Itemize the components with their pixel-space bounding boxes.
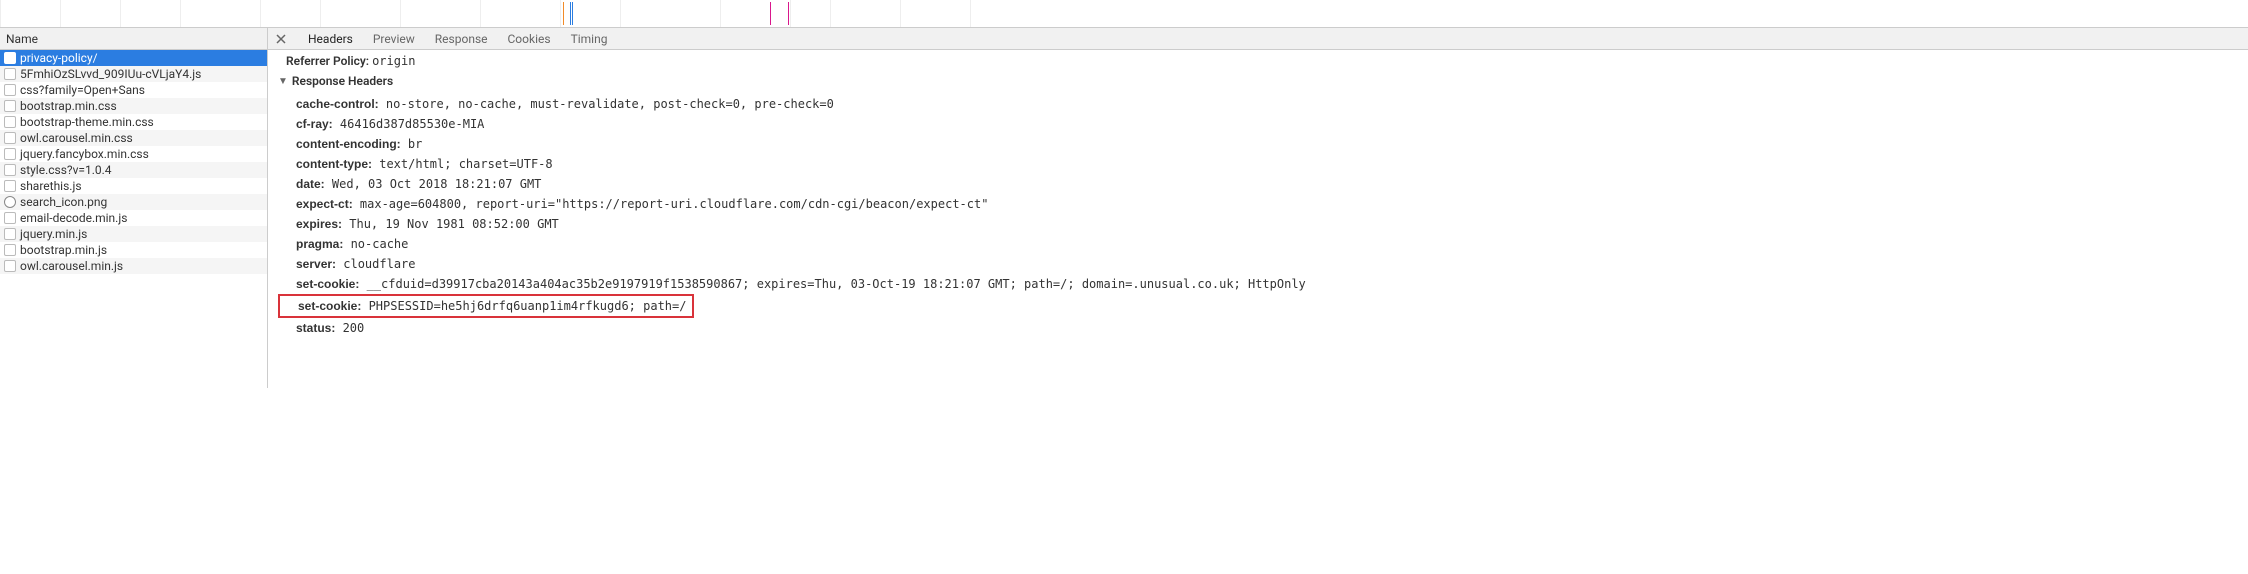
document-file-icon	[4, 260, 16, 272]
file-name: sharethis.js	[20, 179, 82, 193]
document-file-icon	[4, 164, 16, 176]
header-key: status:	[296, 321, 335, 335]
file-name: style.css?v=1.0.4	[20, 163, 112, 177]
document-file-icon	[4, 180, 16, 192]
header-value: br	[401, 137, 423, 151]
column-header-name[interactable]: Name	[0, 28, 267, 50]
chevron-down-icon: ▼	[278, 76, 288, 87]
document-file-icon	[4, 148, 16, 160]
file-row[interactable]: owl.carousel.min.css	[0, 130, 267, 146]
file-row[interactable]: owl.carousel.min.js	[0, 258, 267, 274]
response-header-line: pragma: no-cache	[278, 234, 2238, 254]
header-value: no-cache	[343, 237, 408, 251]
header-value: max-age=604800, report-uri="https://repo…	[353, 197, 989, 211]
file-row[interactable]: jquery.fancybox.min.css	[0, 146, 267, 162]
response-header-line: cache-control: no-store, no-cache, must-…	[278, 94, 2238, 114]
file-name: jquery.min.js	[20, 227, 87, 241]
file-name: bootstrap-theme.min.css	[20, 115, 154, 129]
header-key: date:	[296, 177, 325, 191]
file-row[interactable]: bootstrap.min.css	[0, 98, 267, 114]
response-header-line: content-encoding: br	[278, 134, 2238, 154]
document-file-icon	[4, 228, 16, 240]
section-title-label: Response Headers	[292, 74, 393, 88]
response-header-line: expires: Thu, 19 Nov 1981 08:52:00 GMT	[278, 214, 2238, 234]
file-row[interactable]: 5FmhiOzSLvvd_909IUu-cVLjaY4.js	[0, 66, 267, 82]
file-row[interactable]: search_icon.png	[0, 194, 267, 210]
response-headers-section[interactable]: ▼ Response Headers	[278, 74, 2238, 88]
file-name: privacy-policy/	[20, 51, 98, 65]
referrer-policy-line: Referrer Policy: origin	[278, 54, 2238, 68]
header-value: text/html; charset=UTF-8	[372, 157, 553, 171]
document-file-icon	[4, 116, 16, 128]
header-value: Thu, 19 Nov 1981 08:52:00 GMT	[342, 217, 559, 231]
response-header-line: set-cookie: PHPSESSID=he5hj6drfq6uanp1im…	[278, 294, 694, 318]
details-tabs: HeadersPreviewResponseCookiesTiming	[268, 28, 2248, 50]
file-name: bootstrap.min.js	[20, 243, 107, 257]
header-key: server:	[296, 257, 336, 271]
file-row[interactable]: bootstrap.min.js	[0, 242, 267, 258]
file-name: 5FmhiOzSLvvd_909IUu-cVLjaY4.js	[20, 67, 201, 81]
file-name: owl.carousel.min.js	[20, 259, 123, 273]
headers-content[interactable]: Referrer Policy: origin ▼ Response Heade…	[268, 50, 2248, 388]
header-value: 46416d387d85530e-MIA	[333, 117, 485, 131]
tab-response[interactable]: Response	[425, 29, 498, 49]
file-name: jquery.fancybox.min.css	[20, 147, 149, 161]
header-key: cache-control:	[296, 97, 379, 111]
response-header-line: cf-ray: 46416d387d85530e-MIA	[278, 114, 2238, 134]
tab-preview[interactable]: Preview	[363, 29, 425, 49]
tab-timing[interactable]: Timing	[561, 29, 618, 49]
waterfall-strip	[0, 0, 2248, 28]
response-header-line: set-cookie: __cfduid=d39917cba20143a404a…	[278, 274, 2238, 294]
file-row[interactable]: bootstrap-theme.min.css	[0, 114, 267, 130]
header-value: cloudflare	[336, 257, 415, 271]
file-row[interactable]: privacy-policy/	[0, 50, 267, 66]
header-value: Wed, 03 Oct 2018 18:21:07 GMT	[325, 177, 542, 191]
header-value: PHPSESSID=he5hj6drfq6uanp1im4rfkugd6; pa…	[361, 299, 686, 313]
document-file-icon	[4, 68, 16, 80]
file-name: email-decode.min.js	[20, 211, 127, 225]
document-file-icon	[4, 212, 16, 224]
file-row[interactable]: email-decode.min.js	[0, 210, 267, 226]
header-key: set-cookie:	[298, 299, 361, 313]
request-details-panel: HeadersPreviewResponseCookiesTiming Refe…	[268, 28, 2248, 388]
file-row[interactable]: css?family=Open+Sans	[0, 82, 267, 98]
file-row[interactable]: style.css?v=1.0.4	[0, 162, 267, 178]
header-key: pragma:	[296, 237, 343, 251]
header-key: expect-ct:	[296, 197, 353, 211]
document-file-icon	[4, 52, 16, 64]
file-name: search_icon.png	[20, 195, 107, 209]
image-file-icon	[4, 196, 16, 208]
file-name: owl.carousel.min.css	[20, 131, 133, 145]
file-name: css?family=Open+Sans	[20, 83, 145, 97]
tab-cookies[interactable]: Cookies	[498, 29, 561, 49]
file-list[interactable]: privacy-policy/5FmhiOzSLvvd_909IUu-cVLja…	[0, 50, 267, 388]
response-header-line: status: 200	[278, 318, 2238, 338]
response-header-line: expect-ct: max-age=604800, report-uri="h…	[278, 194, 2238, 214]
header-value: no-store, no-cache, must-revalidate, pos…	[379, 97, 834, 111]
header-value: 200	[335, 321, 364, 335]
file-row[interactable]: jquery.min.js	[0, 226, 267, 242]
tab-headers[interactable]: Headers	[298, 29, 363, 49]
response-header-line: content-type: text/html; charset=UTF-8	[278, 154, 2238, 174]
header-key: content-type:	[296, 157, 372, 171]
header-key: content-encoding:	[296, 137, 401, 151]
close-icon[interactable]	[274, 32, 288, 46]
document-file-icon	[4, 100, 16, 112]
document-file-icon	[4, 244, 16, 256]
file-name: bootstrap.min.css	[20, 99, 117, 113]
document-file-icon	[4, 84, 16, 96]
response-header-line: server: cloudflare	[278, 254, 2238, 274]
file-row[interactable]: sharethis.js	[0, 178, 267, 194]
response-header-line: date: Wed, 03 Oct 2018 18:21:07 GMT	[278, 174, 2238, 194]
header-key: cf-ray:	[296, 117, 333, 131]
header-key: expires:	[296, 217, 342, 231]
header-key: set-cookie:	[296, 277, 359, 291]
network-request-list: Name privacy-policy/5FmhiOzSLvvd_909IUu-…	[0, 28, 268, 388]
header-value: __cfduid=d39917cba20143a404ac35b2e919791…	[359, 277, 1305, 291]
document-file-icon	[4, 132, 16, 144]
